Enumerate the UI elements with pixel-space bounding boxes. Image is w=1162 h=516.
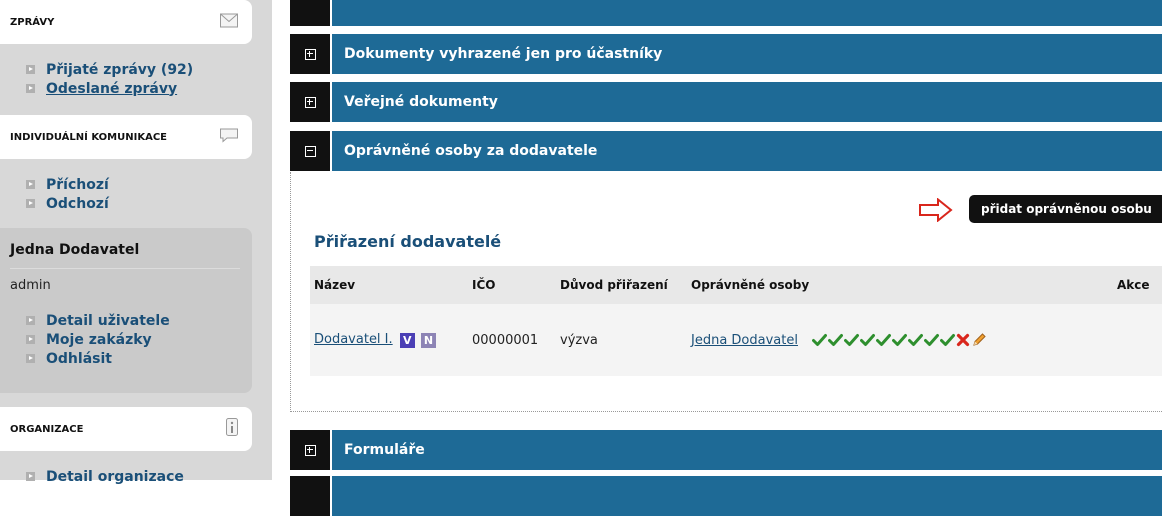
user-menu: Detail uživatele Moje zakázky Odhlásit: [26, 311, 170, 368]
badge-v[interactable]: V: [399, 333, 415, 348]
sidebar-item-label: Odeslané zprávy: [46, 80, 178, 97]
sidebar-item-sent[interactable]: Odeslané zprávy: [26, 79, 193, 98]
sidebar-item-label: Detail uživatele: [46, 312, 170, 329]
arrow-right-icon: [919, 197, 953, 226]
panel-authorized-persons[interactable]: Oprávněné osoby za dodavatele: [290, 131, 1162, 171]
organization-title: ORGANIZACE: [10, 423, 84, 435]
column-header: Oprávněné osoby: [687, 266, 1113, 304]
messages-list: Přijaté zprávy (92) Odeslané zprávy: [26, 60, 193, 98]
sidebar-item-label: Odhlásit: [46, 350, 112, 367]
organization-header: ORGANIZACE: [0, 407, 252, 451]
sidebar-item-label: Detail organizace: [46, 468, 184, 485]
collapse-toggle[interactable]: [290, 131, 330, 171]
panel-title[interactable]: Oprávněné osoby za dodavatele: [332, 131, 1162, 171]
user-name: Jedna Dodavatel: [10, 242, 140, 258]
bullet-icon: [26, 180, 35, 189]
bullet-icon: [26, 199, 35, 208]
messages-header: ZPRÁVY: [0, 0, 252, 44]
check-icon: [892, 334, 908, 346]
info-icon: [226, 418, 238, 440]
expand-toggle[interactable]: [290, 476, 330, 516]
minus-icon: [304, 145, 316, 157]
panel-title[interactable]: Veřejné dokumenty: [332, 82, 1162, 122]
panel-reserved-documents[interactable]: Dokumenty vyhrazené jen pro účastníky: [290, 34, 1162, 74]
panel-header[interactable]: [332, 0, 1162, 26]
plus-icon: [304, 96, 316, 108]
persons-cell: Jedna Dodavatel: [687, 304, 1113, 376]
bullet-icon: [26, 84, 35, 93]
communication-header: INDIVIDUÁLNÍ KOMUNIKACE: [0, 115, 252, 159]
table-row: Dodavatel I. V N 00000001 výzva Jedna Do…: [310, 304, 1162, 376]
check-icon: [844, 334, 860, 346]
bullet-icon: [26, 65, 35, 74]
column-header: Důvod přiřazení: [556, 266, 687, 304]
sidebar-item-my-orders[interactable]: Moje zakázky: [26, 330, 170, 349]
supplier-link[interactable]: Dodavatel I.: [314, 332, 393, 347]
check-icon: [812, 334, 828, 346]
main-content: Dokumenty vyhrazené jen pro účastníky Ve…: [290, 0, 1162, 516]
bullet-icon: [26, 316, 35, 325]
panel-title[interactable]: Formuláře: [332, 430, 1162, 470]
column-header: Název: [310, 266, 468, 304]
person-link[interactable]: Jedna Dodavatel: [691, 333, 798, 348]
sidebar-item-outgoing[interactable]: Odchozí: [26, 194, 109, 213]
expand-toggle[interactable]: [290, 34, 330, 74]
panel-title[interactable]: Dokumenty vyhrazené jen pro účastníky: [332, 34, 1162, 74]
divider: [10, 268, 240, 269]
sidebar-item-label: Moje zakázky: [46, 331, 152, 348]
envelope-icon: [220, 13, 238, 32]
check-icon: [876, 334, 892, 346]
plus-icon: [304, 444, 316, 456]
panel-header[interactable]: [332, 476, 1162, 516]
expand-toggle[interactable]: [290, 0, 330, 26]
user-panel: Jedna Dodavatel admin Detail uživatele M…: [0, 228, 252, 393]
sidebar-item-org-detail[interactable]: Detail organizace: [26, 467, 184, 486]
user-role: admin: [10, 278, 51, 293]
expand-toggle[interactable]: [290, 430, 330, 470]
plus-icon: [304, 48, 316, 60]
check-icon: [924, 334, 940, 346]
check-icon: [940, 334, 956, 346]
sidebar-item-label: Odchozí: [46, 195, 109, 212]
authorized-persons-content: přidat oprávněnou osobu Přiřazení dodava…: [290, 172, 1162, 412]
check-icon: [860, 334, 876, 346]
reason-cell: výzva: [556, 304, 687, 376]
panel-public-documents[interactable]: Veřejné dokumenty: [290, 82, 1162, 122]
communication-title: INDIVIDUÁLNÍ KOMUNIKACE: [10, 131, 167, 143]
column-header: Akce: [1113, 266, 1162, 304]
messages-title: ZPRÁVY: [10, 16, 55, 28]
ico-cell: 00000001: [468, 304, 556, 376]
check-icon: [908, 334, 924, 346]
check-icon: [828, 334, 844, 346]
sidebar-item-user-detail[interactable]: Detail uživatele: [26, 311, 170, 330]
bullet-icon: [26, 335, 35, 344]
bullet-icon: [26, 354, 35, 363]
section-title: Přiřazení dodavatelé: [314, 232, 502, 251]
speech-bubble-icon: [220, 128, 238, 147]
edit-pencil-icon[interactable]: [971, 332, 987, 348]
panel-bottom-partial[interactable]: [290, 476, 1162, 516]
badge-n[interactable]: N: [420, 333, 436, 348]
sidebar-item-label: Přijaté zprávy (92): [46, 61, 194, 78]
sidebar-item-incoming[interactable]: Příchozí: [26, 175, 109, 194]
panel-top-partial[interactable]: [290, 0, 1162, 26]
suppliers-table: Název IČO Důvod přiřazení Oprávněné osob…: [310, 266, 1162, 376]
communication-list: Příchozí Odchozí: [26, 175, 109, 213]
sidebar-item-label: Příchozí: [46, 176, 109, 193]
sidebar-item-logout[interactable]: Odhlásit: [26, 349, 170, 368]
add-authorized-person-button[interactable]: přidat oprávněnou osobu: [969, 195, 1162, 223]
sidebar-item-received[interactable]: Přijaté zprávy (92): [26, 60, 193, 79]
organization-list: Detail organizace: [26, 467, 184, 486]
sidebar: ZPRÁVY Přijaté zprávy (92) Odeslané zprá…: [0, 0, 272, 485]
table-header-row: Název IČO Důvod přiřazení Oprávněné osob…: [310, 266, 1162, 304]
supplier-name-cell: Dodavatel I. V N: [310, 304, 468, 376]
column-header: IČO: [468, 266, 556, 304]
panel-forms[interactable]: Formuláře: [290, 430, 1162, 470]
expand-toggle[interactable]: [290, 82, 330, 122]
delete-icon[interactable]: [956, 333, 970, 347]
permission-icons: [812, 332, 988, 348]
actions-cell: [1113, 304, 1162, 376]
